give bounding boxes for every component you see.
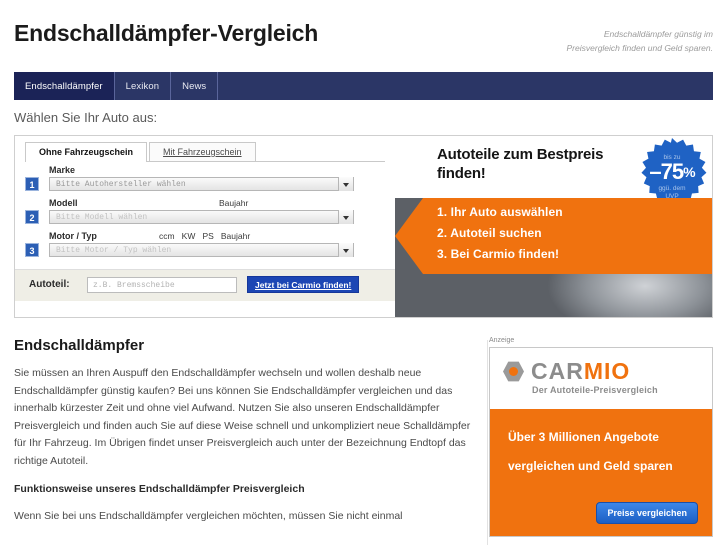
tagline-line-1: Endschalldämpfer günstig im	[603, 29, 713, 39]
discount-percent-symbol: %	[683, 164, 695, 180]
select-modell[interactable]: Bitte Modell wählen	[49, 210, 354, 224]
chevron-down-icon[interactable]	[338, 243, 353, 257]
ad-copy-line-1: Über 3 Millionen Angebote	[508, 430, 659, 444]
compare-prices-button[interactable]: Preise vergleichen	[596, 502, 698, 524]
field-row-motor-typ: 3 Motor / Typ ccm KW PS Baujahr Bitte Mo…	[15, 230, 395, 263]
car-selector-widget: Ohne Fahrzeugschein Mit Fahrzeugschein 1…	[14, 135, 713, 318]
promo-step-2: 2. Autoteil suchen	[437, 226, 542, 240]
carmio-logo: CARMIO	[503, 360, 630, 383]
carmio-logo-subtitle: Der Autoteile-Preisvergleich	[532, 385, 658, 395]
field-row-modell: 2 Modell Baujahr Bitte Modell wählen	[15, 197, 395, 230]
select-marke-value: Bitte Autohersteller wählen	[56, 180, 186, 189]
car-selector-tabs: Ohne Fahrzeugschein Mit Fahrzeugschein	[25, 142, 385, 162]
field-label-modell: Modell Baujahr	[49, 198, 354, 210]
field-label-motor-typ: Motor / Typ ccm KW PS Baujahr	[49, 231, 354, 243]
chevron-down-icon[interactable]	[338, 210, 353, 224]
carmio-wordmark-part-1: CAR	[531, 358, 584, 384]
promo-step-3: 3. Bei Carmio finden!	[437, 247, 560, 261]
car-selector-fields: 1 Marke Bitte Autohersteller wählen 2 Mo…	[15, 164, 395, 269]
car-selector-form: Ohne Fahrzeugschein Mit Fahrzeugschein 1…	[15, 136, 395, 317]
header-tagline: Endschalldämpfer günstig im Preisverglei…	[483, 27, 713, 55]
nav-item-lexikon[interactable]: Lexikon	[115, 72, 172, 100]
hexagon-target-icon	[503, 361, 524, 382]
ad-logo-area: CARMIO Der Autoteile-Preisvergleich	[490, 348, 712, 409]
step-badge-1: 1	[25, 177, 39, 191]
field-label-motor-typ-text: Motor / Typ	[49, 231, 97, 241]
step-badge-2: 2	[25, 210, 39, 224]
carmio-wordmark: CARMIO	[531, 360, 630, 383]
ad-copy: Über 3 Millionen Angebote vergleichen un…	[508, 423, 698, 481]
autoteil-label: Autoteil:	[29, 279, 70, 290]
field-label-modell-text: Modell	[49, 198, 78, 208]
nav-item-list: Endschalldämpfer Lexikon News	[14, 72, 713, 100]
field-sublabel-motor-specs: ccm KW PS Baujahr	[159, 231, 251, 241]
discount-value-wrap: –75%	[634, 160, 710, 184]
tab-mit-fahrzeugschein[interactable]: Mit Fahrzeugschein	[149, 142, 256, 161]
sidebar-advertisement: Anzeige CARMIO Der Autoteile-Preisvergle…	[489, 337, 713, 537]
field-label-marke: Marke	[49, 165, 354, 177]
article-paragraph-1: Sie müssen an Ihren Auspuff den Endschal…	[14, 367, 471, 467]
content-divider	[487, 340, 488, 545]
discount-suffix-line-1: ggü. dem	[658, 185, 686, 192]
autoteil-input[interactable]: z.B. Bremsscheibe	[87, 277, 237, 293]
promo-headline: Autoteile zum Bestpreis finden!	[437, 146, 604, 182]
discount-suffix: ggü. dem UVP	[634, 185, 710, 200]
field-sublabel-baujahr: Baujahr	[219, 198, 249, 208]
promo-step-1: 1. Ihr Auto auswählen	[437, 205, 563, 219]
main-navigation: Endschalldämpfer Lexikon News	[14, 72, 713, 100]
nav-item-news[interactable]: News	[171, 72, 219, 100]
page-title: Endschalldämpfer-Vergleich	[14, 20, 319, 46]
article-content: Endschalldämpfer Sie müssen an Ihren Aus…	[14, 337, 480, 539]
article-title: Endschalldämpfer	[14, 337, 145, 354]
nav-item-endschalldaempfer[interactable]: Endschalldämpfer	[14, 72, 115, 100]
field-row-marke: 1 Marke Bitte Autohersteller wählen	[15, 164, 395, 197]
field-label-marke-text: Marke	[49, 165, 76, 175]
select-marke[interactable]: Bitte Autohersteller wählen	[49, 177, 354, 191]
find-at-carmio-button[interactable]: Jetzt bei Carmio finden!	[247, 276, 360, 293]
ad-body: Über 3 Millionen Angebote vergleichen un…	[490, 409, 712, 536]
autoteil-search-bar: Autoteil: z.B. Bremsscheibe Jetzt bei Ca…	[15, 269, 395, 301]
step-badge-3: 3	[25, 243, 39, 257]
promo-steps-band: 1. Ihr Auto auswählen 2. Autoteil suchen…	[395, 198, 712, 274]
article-subheading: Funktionsweise unseres Endschalldämpfer …	[14, 483, 305, 495]
ad-copy-line-2: vergleichen und Geld sparen	[508, 459, 673, 473]
chevron-down-icon[interactable]	[338, 177, 353, 191]
ad-banner[interactable]: CARMIO Der Autoteile-Preisvergleich Über…	[489, 347, 713, 537]
tab-ohne-fahrzeugschein[interactable]: Ohne Fahrzeugschein	[25, 142, 148, 162]
select-modell-value: Bitte Modell wählen	[56, 213, 148, 222]
promo-banner[interactable]: Autoteile zum Bestpreis finden! bis zu –…	[395, 136, 712, 317]
article-paragraph-2: Wenn Sie bei uns Endschalldämpfer vergle…	[14, 510, 403, 522]
select-motor-typ[interactable]: Bitte Motor / Typ wählen	[49, 243, 354, 257]
tagline-line-2: Preisvergleich finden und Geld sparen.	[566, 43, 713, 53]
car-selector-heading: Wählen Sie Ihr Auto aus:	[14, 110, 158, 125]
select-motor-typ-value: Bitte Motor / Typ wählen	[56, 246, 172, 255]
ad-disclosure-label: Anzeige	[489, 337, 515, 344]
carmio-wordmark-part-2: MIO	[583, 358, 631, 384]
discount-value: –75	[649, 159, 684, 184]
page-header: Endschalldämpfer-Vergleich Endschalldämp…	[0, 0, 727, 62]
